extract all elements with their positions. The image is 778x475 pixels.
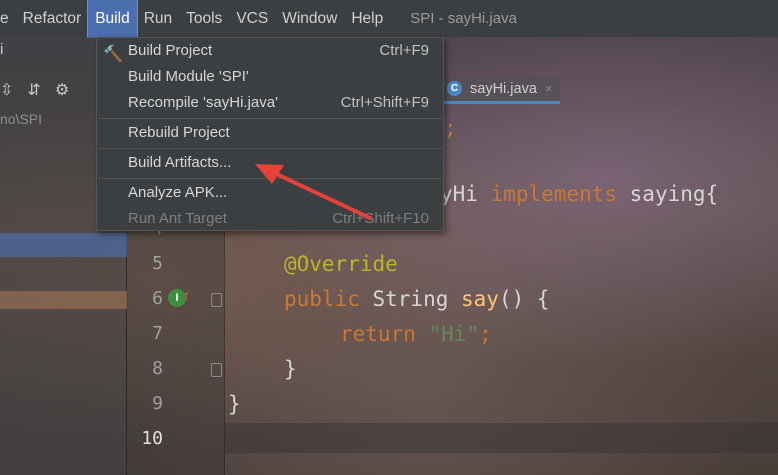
project-path: no\SPI <box>0 111 43 127</box>
build-menu-dropdown: 🔨 Build Project Ctrl+F9 Build Module 'SP… <box>96 37 444 231</box>
fold-marker-icon[interactable] <box>211 293 222 307</box>
code-line-1[interactable]: ; <box>444 116 457 140</box>
code-line-6[interactable]: public String say() { <box>284 287 550 311</box>
code-line-5[interactable]: @Override <box>284 252 398 276</box>
code-token: "Hi" <box>428 322 480 346</box>
menu-item-label: Analyze APK... <box>128 184 228 201</box>
window-title: SPI - sayHi.java <box>410 10 517 27</box>
code-token: @Override <box>284 252 398 276</box>
tab-sayhi-java[interactable]: C sayHi.java × <box>443 76 561 104</box>
code-token: () { <box>498 287 550 311</box>
gear-icon[interactable]: ⚙ <box>55 80 69 100</box>
line-number: 8 <box>152 358 163 379</box>
menu-item-label: Build Artifacts... <box>128 154 232 171</box>
menu-item-run-ant-target: Run Ant Target Ctrl+Shift+F10 <box>97 206 443 232</box>
menu-item-label: Build Project <box>128 42 213 59</box>
tree-row-selected[interactable] <box>0 233 127 257</box>
code-token: ; <box>479 322 492 346</box>
code-token: String <box>359 287 462 311</box>
menu-item-shortcut: Ctrl+F9 <box>379 42 429 59</box>
menu-window[interactable]: Window <box>275 0 344 37</box>
menu-item-shortcut: Ctrl+Shift+F9 <box>340 94 429 111</box>
menu-bar: e Refactor Build Run Tools VCS Window He… <box>0 0 778 38</box>
java-class-icon: C <box>447 81 462 96</box>
menu-item-label: Run Ant Target <box>128 210 227 227</box>
fold-marker-icon[interactable] <box>211 363 222 377</box>
menu-item-label: Rebuild Project <box>128 124 230 141</box>
current-line-highlight <box>225 423 778 453</box>
menu-item-shortcut: Ctrl+Shift+F10 <box>332 210 429 227</box>
expand-all-icon[interactable]: ⇳ <box>0 80 13 100</box>
tab-label: sayHi.java <box>470 80 537 97</box>
override-arrow-icon[interactable]: ↑ <box>183 287 190 303</box>
menu-build[interactable]: Build <box>87 0 138 38</box>
code-line-9[interactable]: } <box>228 392 241 416</box>
line-number: 9 <box>152 393 163 414</box>
project-panel-toolbar: ⇳ ⇵ ⚙ <box>0 77 69 103</box>
menu-refactor[interactable]: Refactor <box>16 0 89 37</box>
menu-item-build-project[interactable]: 🔨 Build Project Ctrl+F9 <box>97 38 443 64</box>
menu-run[interactable]: Run <box>137 0 179 37</box>
close-icon[interactable]: × <box>545 81 553 96</box>
menu-item-rebuild-project[interactable]: Rebuild Project <box>97 120 443 146</box>
code-token: } <box>284 357 297 381</box>
code-token: } <box>228 392 241 416</box>
menu-item-recompile[interactable]: Recompile 'sayHi.java' Ctrl+Shift+F9 <box>97 90 443 116</box>
menu-separator <box>98 148 442 149</box>
code-token: say <box>461 287 499 311</box>
menu-item-analyze-apk[interactable]: Analyze APK... <box>97 180 443 206</box>
menu-item-label: Build Module 'SPI' <box>128 68 249 85</box>
code-line-3[interactable]: yHi implements saying{ <box>440 182 718 206</box>
line-number: 6 <box>152 288 163 309</box>
code-token: saying{ <box>617 182 719 206</box>
menu-tools[interactable]: Tools <box>179 0 229 37</box>
line-number-current: 10 <box>141 428 163 449</box>
tree-row[interactable] <box>0 291 127 309</box>
code-token: ; <box>444 116 457 140</box>
line-number: 5 <box>152 253 163 274</box>
line-number: 7 <box>152 323 163 344</box>
menu-help[interactable]: Help <box>344 0 390 37</box>
code-token: implements <box>490 182 618 206</box>
menu-separator <box>98 118 442 119</box>
code-token: return <box>340 322 416 346</box>
menu-item-build-artifacts[interactable]: Build Artifacts... <box>97 150 443 176</box>
menu-item-build-module[interactable]: Build Module 'SPI' <box>97 64 443 90</box>
menu-edit[interactable]: e <box>0 0 16 37</box>
menu-vcs[interactable]: VCS <box>229 0 275 37</box>
code-line-8[interactable]: } <box>284 357 297 381</box>
editor-tab-bar: C sayHi.java × <box>443 76 561 104</box>
code-line-7[interactable]: return "Hi"; <box>340 322 492 346</box>
menu-item-label: Recompile 'sayHi.java' <box>128 94 278 111</box>
project-panel-label: i <box>0 41 4 58</box>
menu-separator <box>98 178 442 179</box>
collapse-all-icon[interactable]: ⇵ <box>27 80 40 100</box>
code-token: public <box>284 287 360 311</box>
code-token: yHi <box>440 182 491 206</box>
